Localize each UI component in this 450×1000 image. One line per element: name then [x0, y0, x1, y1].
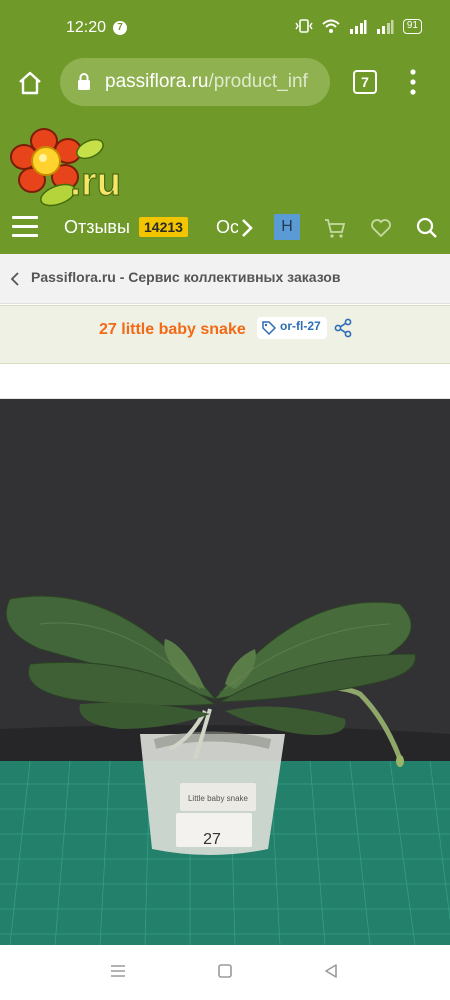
orchid-photo-illustration: Little baby snake 27 — [0, 399, 450, 945]
system-nav-bar — [0, 945, 450, 1000]
product-title-bar: 27 little baby snake or-fl-27 — [0, 305, 450, 364]
url-domain: passiflora.ru — [105, 71, 209, 92]
sku-badge[interactable]: or-fl-27 — [257, 317, 327, 339]
address-bar[interactable]: passiflora.ru/product_inf — [60, 58, 330, 106]
nav-reviews-link[interactable]: Отзывы — [64, 217, 130, 238]
site-header: .ru Отзывы 14213 Ос Н — [0, 114, 450, 254]
recent-apps-icon[interactable] — [109, 963, 127, 979]
site-logo[interactable]: .ru — [10, 125, 140, 210]
notification-badge: 7 — [113, 21, 127, 35]
status-icons: 91 — [295, 18, 422, 34]
tab-switcher-button[interactable]: 7 — [353, 70, 377, 94]
lock-icon — [78, 73, 90, 90]
pot-tag-number: 27 — [203, 831, 221, 848]
overflow-menu-icon[interactable] — [408, 68, 418, 96]
pot-label-text: Little baby snake — [188, 794, 249, 803]
search-icon[interactable] — [415, 216, 439, 240]
back-nav-icon[interactable] — [323, 963, 339, 979]
status-bar: 12:20 7 91 — [0, 0, 450, 56]
product-title: 27 little baby snake — [99, 321, 246, 338]
logo-text: .ru — [70, 160, 121, 204]
product-photo[interactable]: Little baby snake 27 — [0, 399, 450, 945]
hamburger-menu-icon[interactable] — [12, 216, 38, 238]
breadcrumb-link[interactable]: Passiflora.ru - Сервис коллективных зака… — [31, 269, 340, 285]
site-nav: Отзывы 14213 Ос Н — [0, 206, 450, 254]
url-path: /product_inf — [208, 71, 308, 92]
vibrate-icon — [295, 19, 313, 33]
content-spacer — [0, 364, 450, 399]
home-icon[interactable] — [17, 70, 43, 96]
home-nav-icon[interactable] — [217, 963, 233, 979]
url-text: passiflora.ru/product_inf — [105, 71, 308, 93]
reviews-count-badge: 14213 — [139, 217, 188, 237]
battery-indicator: 91 — [402, 18, 422, 34]
nav-item-partial[interactable]: Ос — [216, 217, 238, 238]
sku-text: or-fl-27 — [280, 319, 321, 333]
h-button[interactable]: Н — [274, 214, 300, 240]
share-icon[interactable] — [334, 318, 352, 338]
breadcrumb: Passiflora.ru - Сервис коллективных зака… — [0, 254, 450, 304]
chevron-left-icon[interactable] — [10, 271, 20, 287]
wifi-icon — [322, 19, 340, 33]
heart-icon[interactable] — [369, 216, 393, 240]
signal-icon — [349, 19, 367, 34]
chevron-right-icon[interactable] — [239, 216, 255, 240]
cart-icon[interactable] — [323, 216, 347, 240]
tag-icon — [262, 321, 277, 336]
status-time: 12:20 — [66, 19, 107, 36]
signal-icon-2 — [376, 19, 394, 34]
browser-toolbar: passiflora.ru/product_inf 7 — [0, 56, 450, 114]
